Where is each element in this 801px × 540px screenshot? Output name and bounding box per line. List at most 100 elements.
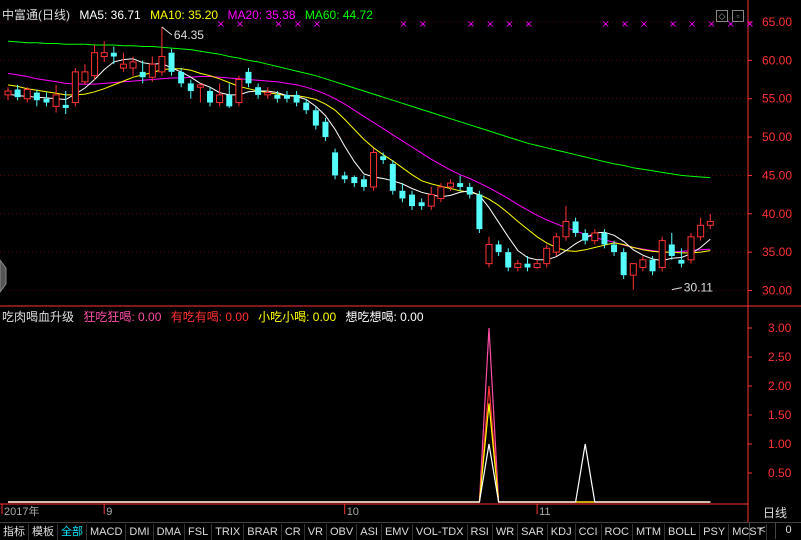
ma20-line — [7, 72, 711, 253]
main-ylabel-4: 45.00 — [762, 168, 792, 182]
tab-18[interactable]: KDJ — [548, 523, 576, 540]
tab-10[interactable]: VR — [305, 523, 327, 540]
ma60-readout: MA60: 44.72 — [304, 8, 373, 22]
candle-55 — [533, 263, 541, 268]
indicator-series-2 — [8, 403, 711, 503]
tab-14[interactable]: VOL-TDX — [413, 523, 468, 540]
tab-21[interactable]: MTM — [633, 523, 666, 540]
tab-7[interactable]: TRIX — [212, 523, 245, 540]
ind-ylabel-1: 2.50 — [768, 350, 792, 364]
main-chart-header: 中富通(日线) MA5: 36.71 MA10: 35.20 MA20: 35.… — [2, 6, 379, 23]
main-ylabel-3: 50.00 — [762, 130, 792, 144]
candle-19 — [187, 83, 194, 92]
marker-13: × — [640, 19, 648, 30]
collapse-icon[interactable]: ◇ — [716, 10, 728, 22]
tab-17[interactable]: SAR — [518, 523, 548, 540]
ma5-readout: MA5: 36.71 — [79, 8, 141, 22]
annotation-1-pointer — [671, 287, 682, 291]
close-icon[interactable]: ▫ — [732, 10, 744, 22]
candle-68 — [658, 240, 666, 268]
ma10-line — [7, 68, 711, 254]
marker-9: × — [505, 19, 513, 30]
main-ylabel-0: 65.00 — [762, 15, 792, 29]
candle-52 — [505, 252, 512, 268]
tab-3[interactable]: MACD — [87, 523, 127, 540]
candle-28 — [274, 94, 281, 99]
candle-60 — [582, 232, 589, 241]
tab-19[interactable]: CCI — [576, 523, 602, 540]
candle-11 — [110, 52, 117, 57]
candle-20 — [196, 84, 204, 88]
prev-button[interactable]: < — [749, 522, 775, 539]
tab-6[interactable]: FSL — [185, 523, 213, 540]
candle-64 — [620, 252, 627, 276]
marker-11: × — [601, 19, 609, 30]
candle-18 — [178, 71, 185, 84]
candle-31 — [303, 102, 310, 111]
tab-1[interactable]: 模板 — [29, 523, 58, 540]
period-label[interactable]: 日线 — [749, 505, 801, 521]
candle-4 — [43, 98, 50, 103]
candle-49 — [476, 194, 483, 230]
candle-54 — [524, 263, 531, 268]
marker-14: × — [669, 19, 677, 30]
candle-69 — [668, 244, 675, 256]
candle-47 — [457, 183, 464, 187]
bottom-nav: < 0 — [749, 522, 801, 539]
indicator-tab-bar: 指标 模板 全部 MACD DMI DMA FSL TRIX BRAR CR VR OBV ASI EMV… — [0, 522, 801, 540]
candle-14 — [139, 71, 146, 78]
ind-ylabel-5: 0.50 — [768, 466, 792, 480]
indicator-s2: 有吃有喝: 0.00 — [170, 310, 249, 324]
candle-7 — [71, 71, 79, 104]
indicator-series-1 — [8, 385, 711, 503]
candle-38 — [370, 151, 378, 188]
candle-44 — [427, 194, 435, 207]
stock-chart-canvas[interactable]: 65.00 60.00 55.00 50.00 45.00 40.00 35.00 30.00… — [0, 0, 801, 522]
tab-9[interactable]: CR — [282, 523, 305, 540]
candle-22 — [216, 94, 224, 104]
tab-22[interactable]: BOLL — [665, 523, 701, 540]
candle-62 — [601, 232, 608, 245]
candle-21 — [207, 91, 214, 103]
zero-button[interactable]: 0 — [775, 522, 801, 539]
x-label-3: 11 — [539, 506, 550, 518]
ind-ylabel-4: 1.00 — [768, 437, 792, 451]
candle-35 — [341, 175, 348, 180]
candle-24 — [235, 79, 243, 104]
tab-0[interactable]: 指标 — [0, 523, 29, 540]
candle-32 — [312, 110, 319, 126]
candle-30 — [293, 94, 300, 103]
tab-2[interactable]: 全部 — [58, 523, 87, 540]
candle-71 — [687, 236, 695, 261]
tab-5[interactable]: DMA — [154, 523, 186, 540]
marker-5: × — [399, 19, 407, 30]
stock-name: 中富通(日线) — [2, 8, 70, 22]
main-ylabel-6: 35.00 — [762, 245, 792, 259]
ind-ylabel-2: 2.00 — [768, 379, 792, 393]
tab-13[interactable]: EMV — [382, 523, 413, 540]
candle-36 — [351, 176, 358, 184]
candle-9 — [91, 52, 99, 77]
tab-4[interactable]: DMI — [126, 523, 154, 540]
candle-65 — [629, 263, 637, 276]
candle-58 — [562, 220, 570, 238]
tab-16[interactable]: WR — [493, 523, 519, 540]
candle-51 — [495, 244, 502, 253]
tab-12[interactable]: ASI — [357, 523, 382, 540]
main-ylabel-5: 40.00 — [762, 207, 792, 221]
indicator-name: 吃肉喝血升级 — [2, 310, 75, 324]
main-ylabel-2: 55.00 — [762, 92, 792, 106]
marker-6: × — [419, 19, 427, 30]
tab-23[interactable]: PSY — [700, 523, 730, 540]
candle-27 — [264, 92, 272, 96]
marker-16: × — [707, 19, 715, 30]
tab-11[interactable]: OBV — [327, 523, 358, 540]
tab-15[interactable]: RSI — [468, 523, 493, 540]
tab-8[interactable]: BRAR — [244, 523, 282, 540]
candle-3 — [33, 92, 40, 101]
candle-50 — [485, 243, 493, 265]
tab-20[interactable]: ROC — [602, 523, 633, 540]
candle-23 — [226, 94, 233, 107]
candle-41 — [399, 190, 406, 199]
candle-6 — [62, 104, 69, 108]
